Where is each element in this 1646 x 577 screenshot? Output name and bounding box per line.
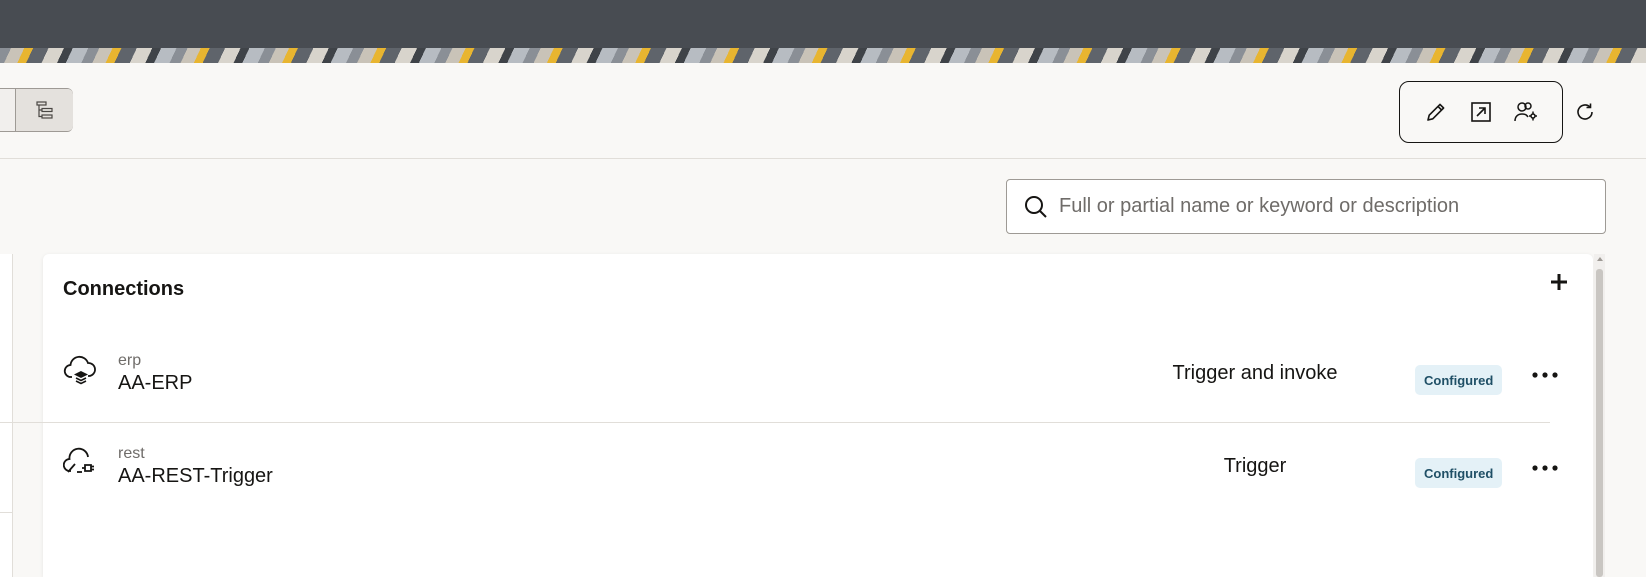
cloud-erp-icon	[63, 352, 99, 388]
search-field[interactable]	[1006, 179, 1606, 234]
search-input[interactable]	[1059, 186, 1589, 227]
status-badge: Configured	[1415, 458, 1503, 488]
vertical-scrollbar[interactable]	[1594, 254, 1605, 577]
tree-view-icon	[35, 101, 53, 119]
add-connection-button[interactable]	[1543, 266, 1575, 298]
export-icon	[1471, 102, 1491, 122]
connection-type: rest	[118, 445, 145, 462]
left-panel-divider	[0, 512, 13, 513]
decorative-banner	[0, 48, 1646, 63]
connection-type: erp	[118, 352, 142, 369]
view-toggle	[0, 88, 73, 132]
connection-name[interactable]: AA-ERP	[118, 372, 192, 395]
connection-role: Trigger	[1223, 455, 1287, 477]
app-header-bar	[0, 0, 1646, 48]
scrollbar-thumb[interactable]	[1596, 269, 1603, 577]
open-external-button[interactable]	[1465, 96, 1497, 128]
refresh-button[interactable]	[1569, 96, 1601, 128]
more-actions-button[interactable]	[1530, 360, 1560, 390]
scroll-up-arrow[interactable]	[1597, 257, 1603, 261]
status-badge: Configured	[1415, 365, 1503, 395]
plus-icon	[1551, 274, 1567, 290]
pencil-icon	[1427, 103, 1445, 121]
connection-row[interactable]: rest AA-REST-Trigger Trigger Configured	[0, 422, 1558, 512]
connections-title: Connections	[63, 278, 185, 300]
cloud-rest-icon	[62, 445, 99, 481]
connection-name[interactable]: AA-REST-Trigger	[118, 465, 273, 488]
connection-row[interactable]: erp AA-ERP Trigger and invoke Configured	[0, 330, 1558, 420]
search-icon	[1007, 179, 1059, 234]
connection-role: Trigger and invoke	[1172, 362, 1338, 384]
tree-view-button[interactable]	[16, 89, 73, 131]
users-settings-icon	[1513, 102, 1537, 122]
edit-button[interactable]	[1420, 96, 1452, 128]
access-button[interactable]	[1510, 96, 1542, 128]
action-button-group	[1399, 81, 1563, 143]
page-toolbar	[0, 63, 1646, 159]
more-actions-button[interactable]	[1530, 453, 1560, 483]
more-icon	[1532, 465, 1558, 471]
refresh-icon	[1577, 103, 1593, 120]
more-icon	[1532, 372, 1558, 378]
